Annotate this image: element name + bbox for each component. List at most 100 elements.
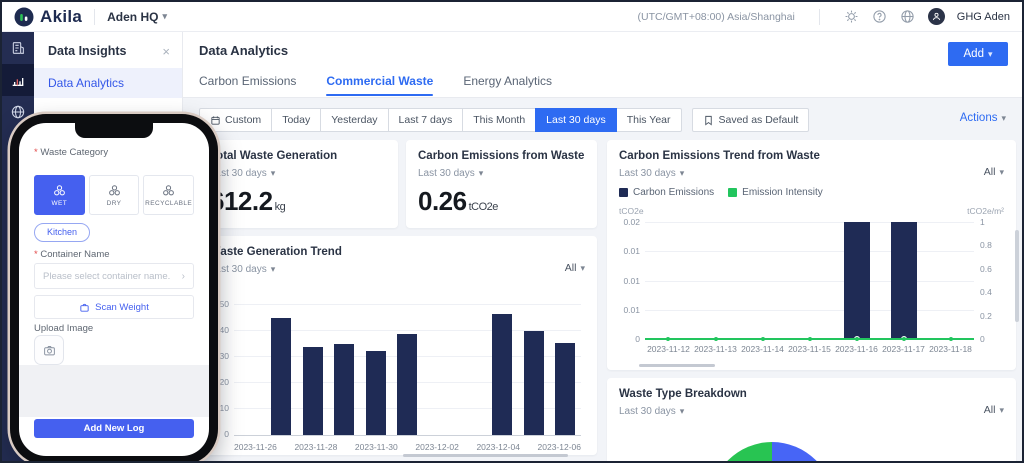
tab-energy-analytics[interactable]: Energy Analytics [463,74,552,96]
upload-image-button[interactable] [34,335,64,365]
carbon-trend-card: Carbon Emissions Trend from Waste Last 3… [607,140,1016,370]
waste-bar-2023-12-04[interactable] [492,314,512,435]
y-axis-right-unit: tCO2e/m² [967,206,1004,216]
phone-screen: Waste Category WET DRY [19,123,209,456]
help-icon[interactable] [872,9,888,25]
divider [819,9,820,25]
carbon-bar-2023-11-16[interactable] [844,222,870,339]
chart-title: Waste Type Breakdown [619,388,747,400]
waste-bar-2023-12-06[interactable] [555,343,575,435]
chart-scroll-indicator[interactable] [403,454,568,457]
scope-dropdown[interactable]: All [565,262,585,274]
main-header: Data Analytics Carbon Emissions Commerci… [183,32,1022,98]
waste-bar-2023-11-29[interactable] [334,344,354,435]
chart-legend: Carbon Emissions Emission Intensity [619,187,823,198]
actions-dropdown[interactable]: Actions [960,112,1006,124]
filter-last-30-days[interactable]: Last 30 days [535,108,617,132]
page-title: Data Analytics [199,43,288,58]
category-dry-button[interactable]: DRY [89,175,140,215]
waste-bar-2023-11-30[interactable] [366,351,386,436]
bookmark-icon [703,115,714,126]
akila-logo-icon [14,7,34,27]
main-content: Data Analytics Carbon Emissions Commerci… [183,32,1022,461]
add-button[interactable]: Add [948,42,1008,66]
bar-chart-icon[interactable] [2,64,34,96]
add-new-log-button[interactable]: Add New Log [34,419,194,438]
chart-scroll-indicator[interactable] [639,364,715,367]
filter-this-month[interactable]: This Month [462,108,536,132]
unit-label: kg [275,201,286,213]
waste-trend-plot: 01020304050 [234,300,581,436]
waste-x-axis-labels: 2023-11-262023-11-282023-11-302023-12-02… [234,442,581,452]
period-dropdown[interactable]: Last 30 days [418,168,483,179]
period-dropdown[interactable]: Last 30 days [210,168,275,179]
close-icon[interactable]: × [162,45,170,58]
logo-text: Akila [40,7,82,27]
carbon-bar-2023-11-17[interactable] [891,222,917,339]
waste-trend-card: Waste Generation Trend Last 30 days All … [198,236,597,455]
divider [94,9,95,25]
report-building-icon[interactable] [2,32,34,64]
kitchen-tag[interactable]: Kitchen [34,223,90,242]
container-name-label: Container Name [34,249,110,260]
upload-image-label: Upload Image [34,323,93,334]
container-name-select[interactable]: Please select container name. › [34,263,194,289]
filter-today[interactable]: Today [271,108,321,132]
tab-carbon-emissions[interactable]: Carbon Emissions [199,74,296,96]
waste-category-label: Waste Category [34,147,108,158]
filter-yesterday[interactable]: Yesterday [320,108,388,132]
top-bar: Akila Aden HQ (UTC/GMT+08:00) Asia/Shang… [2,2,1022,32]
waste-bar-2023-11-28[interactable] [303,347,323,435]
period-dropdown[interactable]: Last 30 days [619,168,684,179]
bin-category-icon [161,183,176,198]
date-filter-row: Custom Today Yesterday Last 7 days This … [199,108,809,132]
user-avatar[interactable] [928,8,945,25]
period-dropdown[interactable]: Last 30 days [210,264,275,275]
carbon-emissions-value: 0.26tCO2e [418,186,498,217]
carbon-x-axis-labels: 2023-11-122023-11-132023-11-142023-11-15… [645,344,974,354]
category-recyclable-button[interactable]: RECYCLABLE [143,175,194,215]
card-title: Total Waste Generation [210,150,337,162]
calendar-icon [210,115,221,126]
legend-carbon-emissions[interactable]: Carbon Emissions [619,187,714,198]
waste-bar-2023-12-01[interactable] [397,334,417,435]
carbon-trend-plot: 0.020.010.010.01010.80.60.40.20 [645,222,974,340]
sidebar-item-data-analytics[interactable]: Data Analytics [34,68,182,98]
legend-swatch [728,188,737,197]
total-waste-value: 612.2kg [210,186,285,217]
scale-icon [79,302,90,313]
chevron-right-icon: › [182,271,185,282]
app-window: Akila Aden HQ (UTC/GMT+08:00) Asia/Shang… [0,0,1024,463]
legend-emission-intensity[interactable]: Emission Intensity [728,187,823,198]
page-scrollbar-thumb[interactable] [1015,230,1019,322]
phone-mockup: Waste Category WET DRY [10,114,218,463]
tab-commercial-waste[interactable]: Commercial Waste [326,74,433,96]
unit-label: tCO2e [469,201,498,213]
timezone-label: (UTC/GMT+08:00) Asia/Shanghai [638,11,795,23]
camera-icon [43,344,56,357]
panel-title: Data Insights [48,44,127,58]
filter-this-year[interactable]: This Year [616,108,682,132]
scan-weight-button[interactable]: Scan Weight [34,295,194,319]
waste-bar-2023-12-05[interactable] [524,331,544,435]
filter-last-7-days[interactable]: Last 7 days [388,108,464,132]
waste-category-tiles: WET DRY RECYCLABLE [34,175,194,215]
scope-dropdown[interactable]: All [984,166,1004,178]
scope-dropdown[interactable]: All [984,404,1004,416]
tab-bar: Carbon Emissions Commercial Waste Energy… [199,74,552,96]
legend-swatch [619,188,628,197]
bin-category-icon [52,183,67,198]
workspace-selector[interactable]: Aden HQ [107,10,167,24]
period-dropdown[interactable]: Last 30 days [619,406,684,417]
phone-notch [75,123,153,138]
waste-bar-2023-11-27[interactable] [271,318,291,435]
saved-as-default-button[interactable]: Saved as Default [692,108,810,132]
total-waste-card: Total Waste Generation Last 30 days 612.… [198,140,398,228]
language-globe-icon[interactable] [900,9,916,25]
akila-logo: Akila [14,7,82,27]
user-name[interactable]: GHG Aden [957,11,1010,23]
chart-title: Waste Generation Trend [210,246,342,258]
settings-gear-icon[interactable] [844,9,860,25]
category-wet-button[interactable]: WET [34,175,85,215]
phone-footer-area [19,365,209,417]
